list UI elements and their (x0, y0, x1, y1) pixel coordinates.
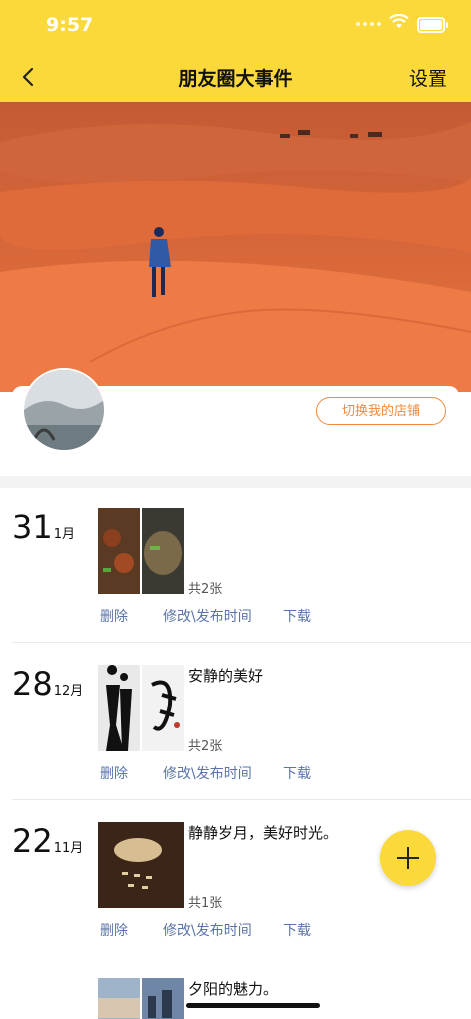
post-caption: 静静岁月，美好时光。 (188, 824, 339, 842)
delete-button[interactable]: 删除 (100, 763, 128, 783)
post-image[interactable] (142, 978, 184, 1019)
edit-time-button[interactable]: 修改\发布时间 (163, 920, 252, 940)
post-image[interactable] (98, 665, 140, 751)
image-count: 共2张 (188, 582, 223, 597)
post-month: 12月 (53, 684, 84, 699)
post-image[interactable] (142, 508, 184, 594)
cover-image[interactable] (0, 102, 471, 392)
page-title: 朋友圈大事件 (178, 68, 293, 90)
download-button[interactable]: 下载 (283, 763, 311, 783)
edit-time-button[interactable]: 修改\发布时间 (163, 606, 252, 626)
delete-button[interactable]: 删除 (100, 606, 128, 626)
status-bar: 9:57 (0, 0, 471, 52)
post-day: 28 (12, 665, 53, 703)
post-date: 311月 (12, 508, 96, 546)
post-images (98, 978, 184, 1019)
post-images (98, 822, 184, 908)
post-date: 2812月 (12, 665, 96, 703)
cellular-signal-icon (356, 22, 381, 26)
divider (12, 799, 471, 800)
image-count: 共2张 (188, 739, 223, 754)
post-item: 311月 共2张 删除 修改\发布时间 下载 (0, 508, 471, 665)
post-caption: 安静的美好 (188, 667, 264, 685)
post-item: 夕阳的魅力。 (0, 978, 471, 1019)
battery-icon (417, 17, 448, 33)
post-image[interactable] (98, 508, 140, 594)
settings-button[interactable]: 设置 (409, 64, 447, 91)
edit-time-button[interactable]: 修改\发布时间 (163, 763, 252, 783)
post-month: 1月 (53, 527, 75, 542)
wifi-icon (389, 14, 409, 28)
post-day: 22 (12, 822, 53, 860)
section-divider (0, 476, 471, 488)
post-images (98, 508, 184, 594)
post-item: 2812月 安静的美好 共2张 删除 修改\发布时间 下载 (0, 665, 471, 822)
status-time: 9:57 (46, 14, 94, 36)
download-button[interactable]: 下载 (283, 606, 311, 626)
image-count: 共1张 (188, 896, 223, 911)
post-day: 31 (12, 508, 53, 546)
nav-bar: 朋友圈大事件 设置 (0, 52, 471, 102)
post-image[interactable] (98, 978, 140, 1019)
post-caption: 夕阳的魅力。 (188, 980, 279, 998)
download-button[interactable]: 下载 (283, 920, 311, 940)
post-images (98, 665, 184, 751)
post-date: 2211月 (12, 822, 96, 860)
avatar[interactable] (22, 368, 106, 452)
switch-store-button[interactable]: 切换我的店铺 (316, 397, 446, 425)
divider (12, 642, 471, 643)
post-image[interactable] (98, 822, 184, 908)
delete-button[interactable]: 删除 (100, 920, 128, 940)
home-indicator (186, 1003, 320, 1008)
post-month: 11月 (53, 841, 84, 856)
add-post-button[interactable] (380, 830, 436, 886)
post-image[interactable] (142, 665, 184, 751)
